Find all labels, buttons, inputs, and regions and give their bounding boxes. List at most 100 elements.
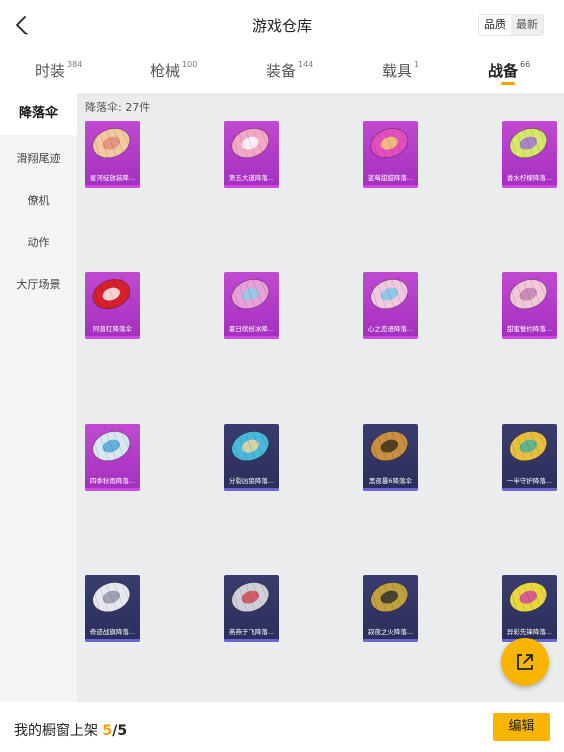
quality-strip: [224, 336, 279, 339]
header: 游戏仓库 品质 最新: [0, 0, 564, 50]
sidebar-item-emote[interactable]: 动作: [0, 234, 77, 250]
tab-label: 枪械: [150, 62, 181, 80]
sidebar-item-parachute[interactable]: 降落伞: [0, 93, 77, 135]
item-card[interactable]: 蓝莓甜甜降落...: [363, 121, 418, 188]
sidebar: 降落伞 滑翔尾迹 僚机 动作 大厅场景: [0, 93, 77, 702]
quality-strip: [224, 185, 279, 188]
quality-strip: [85, 639, 140, 642]
parachute-icon: [92, 428, 132, 464]
item-card-name: 异彩先锋降落...: [506, 628, 553, 636]
showcase-label: 我的橱窗上架: [14, 723, 103, 739]
item-grid: 降落伞: 27件 星河绽放装降... 第五大道降落... 蓝莓甜甜降落... 香水柠檬…: [77, 93, 564, 702]
item-card[interactable]: 第五大道降落...: [224, 121, 279, 188]
tab-count: 1: [414, 60, 420, 69]
item-card-name: 分裂凶狼降落...: [228, 477, 275, 485]
item-card[interactable]: 奇迹战旗降落...: [85, 575, 140, 642]
quality-strip: [363, 488, 418, 491]
sort-option-quality[interactable]: 品质: [479, 15, 511, 35]
parachute-icon: [370, 125, 410, 161]
item-card[interactable]: 心之恋语降落...: [363, 272, 418, 339]
tab-firearms[interactable]: 枪械 100: [150, 60, 197, 81]
item-card[interactable]: 四季秋雨降落...: [85, 424, 140, 491]
tab-count: 66: [520, 60, 531, 69]
item-card[interactable]: 寂夜之火降落...: [363, 575, 418, 642]
item-card-name: 心之恋语降落...: [367, 325, 414, 333]
tab-count: 144: [298, 60, 314, 69]
sidebar-item-lobby-scene[interactable]: 大厅场景: [0, 276, 77, 292]
tab-count: 100: [182, 60, 198, 69]
sidebar-item-glide-trail[interactable]: 滑翔尾迹: [0, 150, 77, 166]
item-card-name: 四季秋雨降落...: [89, 477, 136, 485]
item-card-name: 第五大道降落...: [228, 174, 275, 182]
parachute-icon: [509, 276, 549, 312]
parachute-icon: [370, 579, 410, 615]
item-card[interactable]: 夏日缤纷冰降...: [224, 272, 279, 339]
quality-strip: [363, 639, 418, 642]
sidebar-item-wingman[interactable]: 僚机: [0, 192, 77, 208]
quality-strip: [502, 185, 557, 188]
parachute-icon: [231, 125, 271, 161]
item-card[interactable]: 阿普红降落伞: [85, 272, 140, 339]
item-card[interactable]: 黑夜暴6降落伞: [363, 424, 418, 491]
tab-fashion[interactable]: 时装 384: [35, 60, 82, 81]
item-card[interactable]: 星河绽放装降...: [85, 121, 140, 188]
tab-label: 装备: [266, 62, 297, 80]
bottom-bar: 我的橱窗上架 5/5 编辑: [0, 702, 564, 752]
parachute-icon: [370, 276, 410, 312]
quality-strip: [502, 488, 557, 491]
item-card-name: 香水柠檬降落...: [506, 174, 553, 182]
parachute-icon: [370, 428, 410, 464]
quality-strip: [502, 336, 557, 339]
item-card-name: 奇迹战旗降落...: [89, 628, 136, 636]
parachute-icon: [92, 276, 132, 312]
sort-toggle: 品质 最新: [478, 14, 544, 36]
parachute-icon: [509, 428, 549, 464]
quality-strip: [363, 336, 418, 339]
parachute-icon: [509, 579, 549, 615]
share-external-icon: [517, 654, 533, 670]
item-card[interactable]: 香水柠檬降落...: [502, 121, 557, 188]
item-card[interactable]: 异彩先锋降落...: [502, 575, 557, 642]
tab-gear[interactable]: 战备 66: [488, 60, 530, 81]
parachute-icon: [231, 276, 271, 312]
showcase-status: 我的橱窗上架 5/5: [14, 720, 127, 740]
item-card[interactable]: 一半守护降落...: [502, 424, 557, 491]
item-card-name: 黑夜暴6降落伞: [368, 477, 413, 485]
item-card[interactable]: 甜蜜誓约降落...: [502, 272, 557, 339]
showcase-current: 5: [102, 723, 113, 739]
item-card-name: 阿普红降落伞: [93, 325, 132, 333]
item-card[interactable]: 燕燕于飞降落...: [224, 575, 279, 642]
parachute-icon: [92, 579, 132, 615]
tab-equipment[interactable]: 装备 144: [266, 60, 313, 81]
item-card-name: 星河绽放装降...: [89, 174, 136, 182]
quality-strip: [85, 336, 140, 339]
active-tab-indicator: [501, 82, 515, 85]
tab-label: 时装: [35, 62, 66, 80]
parachute-icon: [231, 428, 271, 464]
edit-button[interactable]: 编辑: [493, 713, 550, 741]
quality-strip: [224, 488, 279, 491]
parachute-icon: [231, 579, 271, 615]
item-card-name: 一半守护降落...: [506, 477, 553, 485]
quality-strip: [224, 639, 279, 642]
showcase-total: 5: [117, 723, 128, 739]
tab-label: 载具: [382, 62, 413, 80]
sort-option-newest[interactable]: 最新: [511, 15, 543, 35]
quality-strip: [363, 185, 418, 188]
item-count-label: 降落伞: 27件: [85, 101, 151, 114]
tab-count: 384: [67, 60, 83, 69]
category-tabs: 时装 384 枪械 100 装备 144 载具 1 战备 66: [0, 50, 564, 92]
item-card-name: 夏日缤纷冰降...: [228, 325, 275, 333]
tab-vehicles[interactable]: 载具 1: [382, 60, 419, 81]
parachute-icon: [509, 125, 549, 161]
item-card-name: 寂夜之火降落...: [367, 628, 414, 636]
parachute-icon: [92, 125, 132, 161]
quality-strip: [85, 185, 140, 188]
quality-strip: [85, 488, 140, 491]
item-card-name: 蓝莓甜甜降落...: [367, 174, 414, 182]
item-card-name: 甜蜜誓约降落...: [506, 325, 553, 333]
item-card[interactable]: 分裂凶狼降落...: [224, 424, 279, 491]
item-card-name: 燕燕于飞降落...: [228, 628, 275, 636]
tab-label: 战备: [488, 62, 519, 80]
share-button[interactable]: [501, 638, 549, 686]
